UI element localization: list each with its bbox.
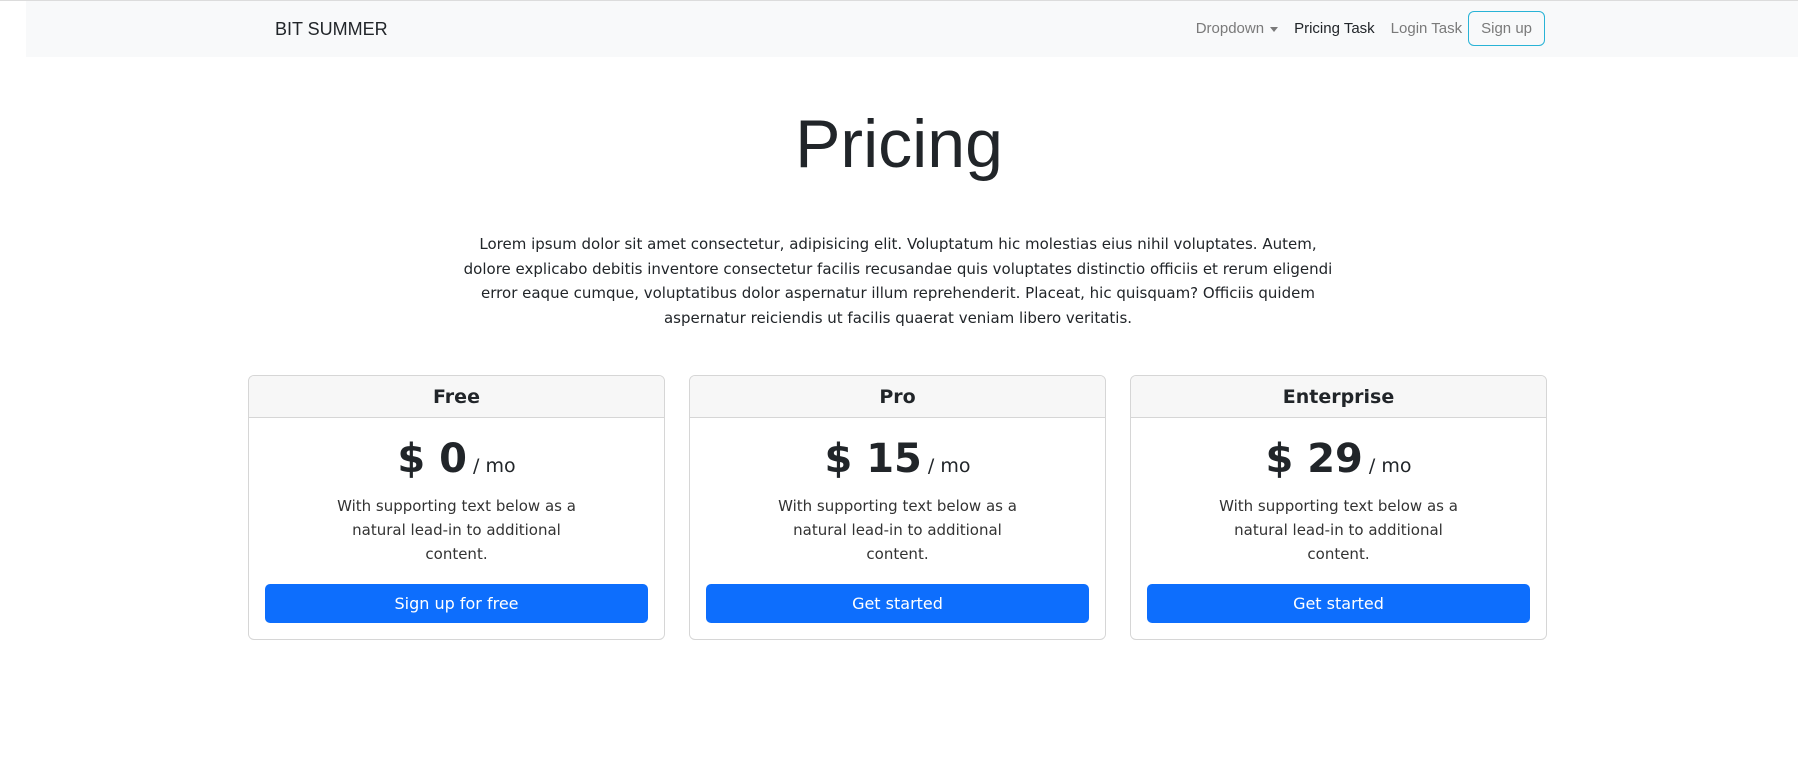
pricing-card-free: Free $ 0 / mo With supporting text below… [248, 375, 665, 640]
nav-pricing-task[interactable]: Pricing Task [1294, 20, 1375, 37]
page-title: Pricing [795, 106, 1003, 182]
navbar: BIT SUMMER Dropdown Pricing Task Login T… [26, 1, 1798, 57]
card-price: $ 15 / mo [690, 436, 1105, 482]
card-price: $ 0 / mo [249, 436, 664, 482]
card-description: With supporting text below as a natural … [778, 497, 1017, 563]
card-title: Free [249, 376, 664, 418]
card-title: Pro [690, 376, 1105, 418]
card-description: With supporting text below as a natural … [1219, 497, 1458, 563]
nav-dropdown-label: Dropdown [1195, 20, 1265, 37]
signup-button[interactable]: Sign up [1468, 11, 1545, 46]
card-title: Enterprise [1131, 376, 1546, 418]
get-started-pro-button[interactable]: Get started [706, 584, 1089, 623]
card-price: $ 29 / mo [1131, 436, 1546, 482]
card-description: With supporting text below as a natural … [337, 497, 576, 563]
nav-dropdown[interactable]: Dropdown [1195, 20, 1279, 37]
price-period: / mo [466, 455, 516, 477]
pricing-card-enterprise: Enterprise $ 29 / mo With supporting tex… [1130, 375, 1547, 640]
nav-login-task[interactable]: Login Task [1391, 20, 1462, 37]
nav-links: Dropdown Pricing Task Login Task Sign up [1196, 11, 1545, 46]
sign-up-free-button[interactable]: Sign up for free [265, 584, 648, 623]
price-period: / mo [921, 455, 971, 477]
caret-down-icon [1270, 26, 1279, 32]
lead-text: Lorem ipsum dolor sit amet consectetur, … [463, 235, 1333, 327]
price-amount: $ 29 [1265, 436, 1363, 482]
pricing-card-pro: Pro $ 15 / mo With supporting text below… [689, 375, 1106, 640]
price-amount: $ 0 [397, 436, 467, 482]
price-period: / mo [1362, 455, 1412, 477]
price-amount: $ 15 [824, 436, 922, 482]
get-started-enterprise-button[interactable]: Get started [1147, 584, 1530, 623]
brand-link[interactable]: BIT SUMMER [275, 19, 388, 40]
